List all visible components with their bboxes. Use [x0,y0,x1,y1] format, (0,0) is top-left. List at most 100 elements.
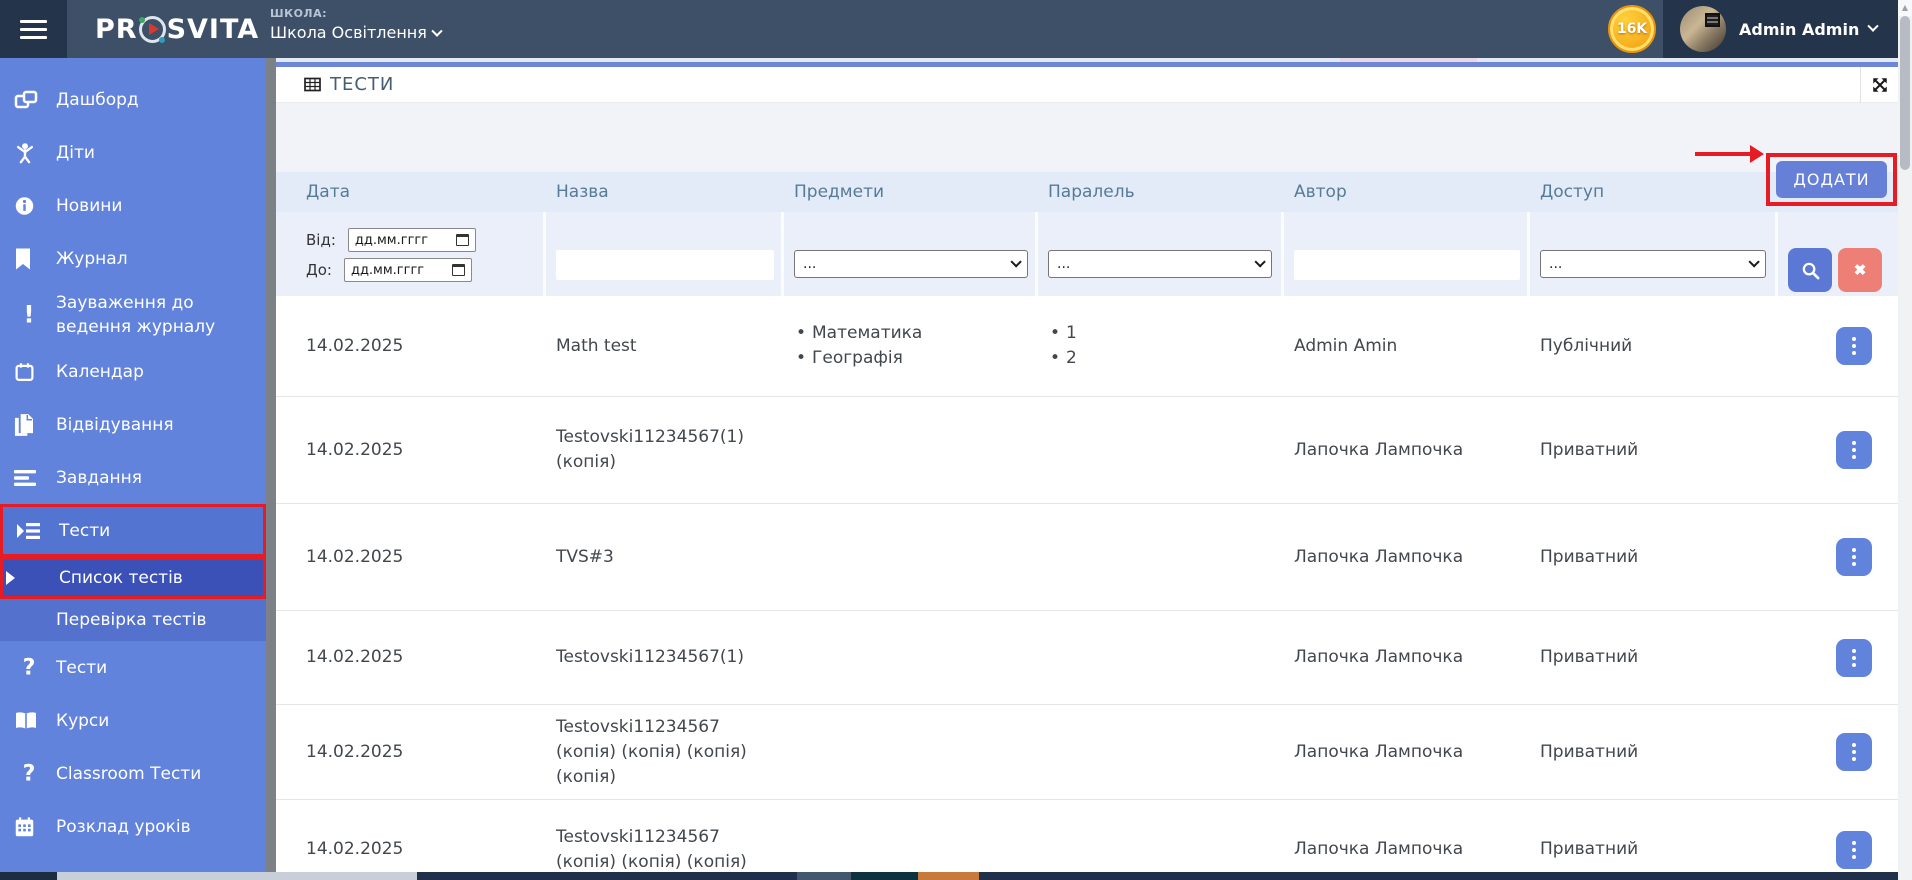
sidebar-item-тести[interactable]: Тести [0,504,266,557]
schedule-icon [14,816,44,837]
row-actions-button[interactable] [1836,327,1872,365]
sidebar-item-журнал[interactable]: Журнал [0,232,266,285]
cell-author: Лапочка Лампочка [1284,504,1530,610]
panel-header: ТЕСТИ [276,67,1898,103]
filter-cell-buttons: ✖ [1778,212,1898,296]
prosvita-logo: PRSVITA [95,0,259,58]
sidebar-item-перевірка-тестів[interactable]: Перевірка тестів [0,599,266,641]
table-row: 14.02.2025Testovski11234567(копія) (копі… [276,800,1898,872]
sidebar-item-розклад-уроків[interactable]: Розклад уроків [0,800,266,853]
question-icon: ? [14,656,44,679]
annotation-box: ДОДАТИ [1766,153,1897,206]
row-actions-button[interactable] [1836,431,1872,469]
filter-cell-access: ... [1530,212,1778,296]
cell-actions [1778,705,1898,799]
cell-parallels [1038,504,1284,610]
access-filter-select[interactable]: ... [1540,250,1766,278]
expand-fullscreen-icon[interactable] [1860,67,1898,103]
cell-date: 14.02.2025 [276,705,546,799]
row-actions-button[interactable] [1836,733,1872,771]
column-header-6: Доступ [1530,172,1778,212]
clear-filter-button[interactable]: ✖ [1838,248,1882,292]
search-button[interactable] [1788,248,1832,292]
cell-name: TVS#3 [546,504,784,610]
scrollbar-thumb[interactable] [1900,16,1910,170]
sidebar-item-label: Розклад уроків [56,815,191,839]
subjects-filter-select[interactable]: ... [794,250,1028,278]
logo-text-post: SVITA [167,14,260,45]
cell-name: Math test [546,296,784,396]
calendar-icon [14,361,44,382]
sidebar-item-classroom-тести[interactable]: ?Classroom Тести [0,747,266,800]
cell-access: Приватний [1530,611,1778,704]
cell-actions [1778,296,1898,396]
school-selector[interactable]: Школа Освітлення [270,23,441,42]
hamburger-menu-icon[interactable] [0,0,67,58]
sidebar-item-список-тестів[interactable]: Список тестів [0,557,266,599]
cell-author: Admin Amin [1284,296,1530,396]
cell-name: Testovski11234567(копія) (копія) (копія)… [546,705,784,799]
row-actions-button[interactable] [1836,639,1872,677]
table-row: 14.02.2025TVS#3Лапочка ЛампочкаПриватний [276,504,1898,611]
cell-access: Приватний [1530,800,1778,872]
tasks-icon [14,469,44,487]
scroll-up-arrow-icon[interactable]: ▲ [1898,0,1912,16]
sidebar-item-label: Відвідування [56,413,174,437]
sidebar-item-завдання[interactable]: Завдання [0,451,266,504]
table-row: 14.02.2025Math testМатематикаГеографія12… [276,296,1898,397]
sidebar-item-label: Журнал [56,247,128,271]
author-filter-input[interactable] [1294,250,1520,280]
coins-badge[interactable]: 16K [1608,5,1656,53]
sidebar-item-label: Зауваження до ведення журналу [56,291,258,339]
chevron-down-icon [1748,256,1759,267]
date-to-input[interactable]: дд.мм.гггг [344,258,472,282]
annotation-arrow [1695,152,1751,156]
sidebar-item-зауваження-до-ведення-журналу[interactable]: ! Зауваження до ведення журналу [0,285,266,345]
sidebar-item-курси[interactable]: Курси [0,694,266,747]
sidebar-item-тести[interactable]: ?Тести [0,641,266,694]
column-header-4: Паралель [1038,172,1284,212]
user-menu[interactable]: Admin Admin [1663,0,1912,58]
table-body: 14.02.2025Math testМатематикаГеографія12… [276,296,1898,872]
cell-name: Testovski11234567(1) [546,611,784,704]
sidebar-item-календар[interactable]: Календар [0,345,266,398]
cell-parallels [1038,705,1284,799]
sidebar-item-дашборд[interactable]: Дашборд [0,73,266,126]
sidebar-scrollbar[interactable] [266,58,276,872]
bottom-strip-segment [979,872,1898,880]
exclamation-icon: ! [14,304,44,327]
sidebar-item-новини[interactable]: Новини [0,179,266,232]
user-name: Admin Admin [1739,20,1859,39]
filter-cell-subjects: ... [784,212,1038,296]
chevron-down-icon [431,25,442,36]
row-actions-button[interactable] [1836,538,1872,576]
sidebar-item-відвідування[interactable]: Відвідування [0,398,266,451]
cell-subjects [784,504,1038,610]
bottom-strip-segment [851,872,918,880]
bottom-strip-segment [417,872,797,880]
sidebar-item-label: Дашборд [56,88,139,112]
cell-date: 14.02.2025 [276,611,546,704]
table-row: 14.02.2025Testovski11234567(копія) (копі… [276,705,1898,800]
date-from-input[interactable]: дд.мм.гггг [348,228,476,252]
bookmark-icon [14,248,44,269]
filter-cell-author [1284,212,1530,296]
name-filter-input[interactable] [556,250,774,280]
sidebar-item-label: Календар [56,360,144,384]
vertical-scrollbar[interactable]: ▲ [1898,0,1912,880]
sidebar-item-діти[interactable]: Діти [0,126,266,179]
row-actions-button[interactable] [1836,831,1872,869]
sidebar-item-label: Діти [56,141,95,165]
add-button[interactable]: ДОДАТИ [1776,161,1887,198]
active-pointer-icon [6,571,15,585]
parallel-filter-select[interactable]: ... [1048,250,1272,278]
bottom-strip-segment [918,872,979,880]
chevron-down-icon [1868,21,1879,32]
cell-access: Приватний [1530,705,1778,799]
cell-access: Приватний [1530,397,1778,503]
cell-date: 14.02.2025 [276,800,546,872]
calendar-icon [452,264,465,276]
toolbar: ДОДАТИ [276,103,1898,172]
sidebar-item-label: Новини [56,194,122,218]
table-row: 14.02.2025Testovski11234567(1)(копія)Лап… [276,397,1898,504]
